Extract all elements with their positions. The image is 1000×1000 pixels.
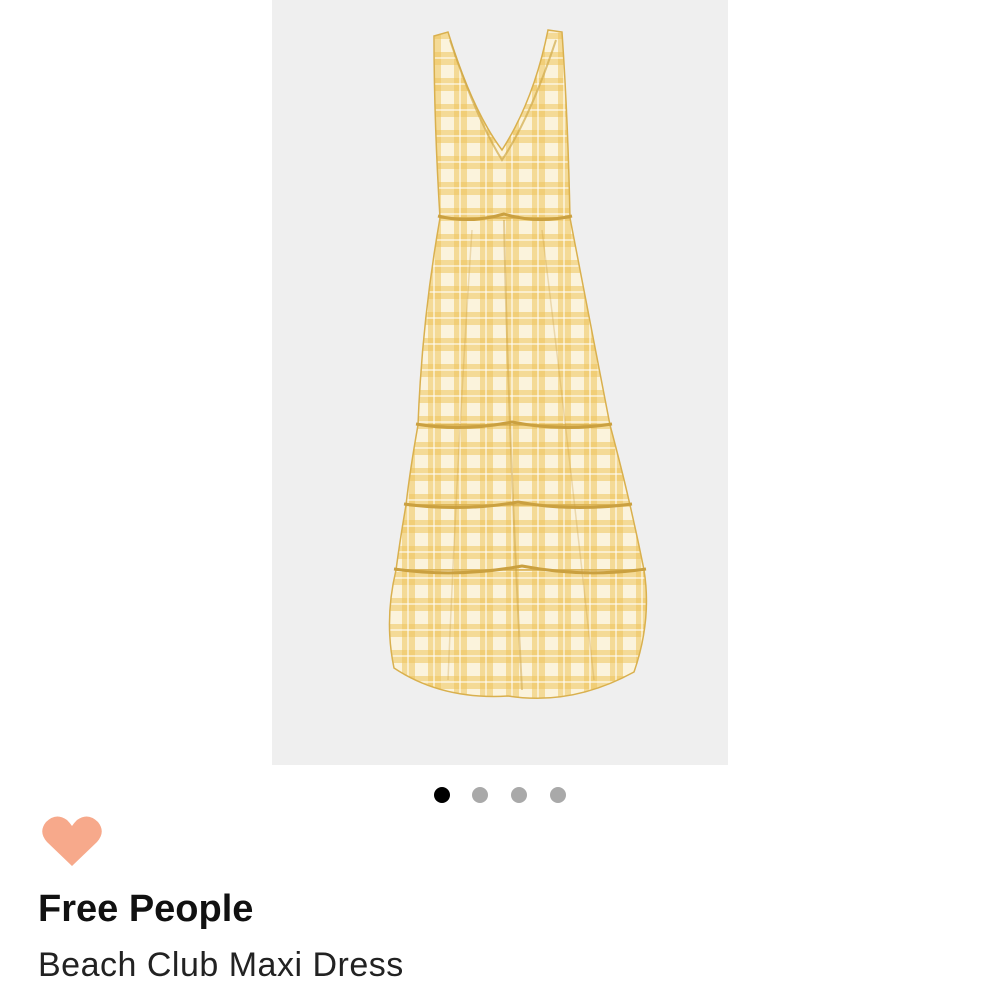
heart-icon <box>42 816 102 866</box>
carousel-dot-3[interactable] <box>511 787 527 803</box>
product-card: Free People Beach Club Maxi Dress <box>0 0 1000 1000</box>
brand-name[interactable]: Free People <box>38 884 253 934</box>
dress-illustration <box>388 29 648 699</box>
product-image[interactable] <box>272 0 728 765</box>
carousel-dot-4[interactable] <box>550 787 566 803</box>
carousel-dot-2[interactable] <box>472 787 488 803</box>
carousel-dots <box>0 787 1000 803</box>
favorite-button[interactable] <box>40 814 104 870</box>
product-name[interactable]: Beach Club Maxi Dress <box>38 941 404 989</box>
carousel-dot-1[interactable] <box>434 787 450 803</box>
